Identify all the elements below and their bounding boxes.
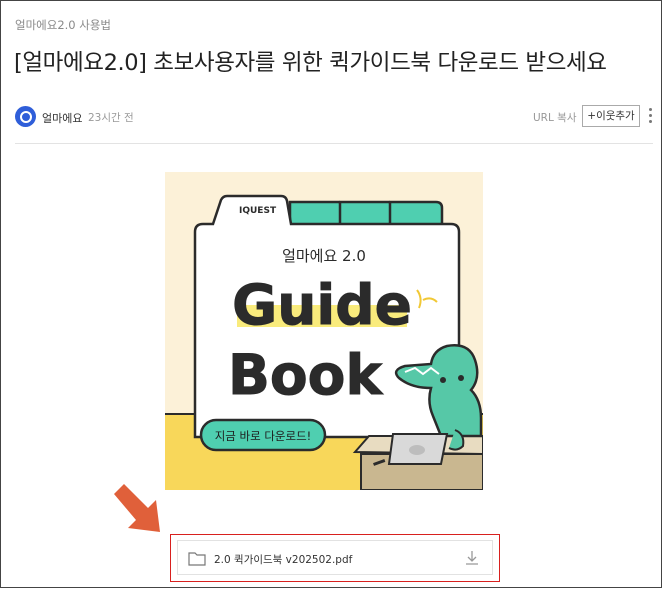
- banner-tab-label: IQUEST: [239, 206, 277, 216]
- url-copy-button[interactable]: URL 복사: [533, 110, 577, 125]
- more-vertical-icon[interactable]: [647, 108, 653, 126]
- post-meta: 얼마에요 23시간 전 URL 복사 +이웃추가: [15, 105, 655, 129]
- avatar[interactable]: [15, 106, 36, 127]
- banner-word-book: Book: [228, 343, 383, 407]
- guidebook-banner-image[interactable]: IQUEST 얼마에요 2.0 Guide Book 지금 바로 다운로드!: [165, 172, 483, 490]
- banner-word-guide: Guide: [232, 273, 412, 337]
- download-icon[interactable]: [464, 550, 480, 566]
- add-neighbor-button[interactable]: +이웃추가: [582, 105, 640, 127]
- author-name[interactable]: 얼마에요: [42, 110, 82, 126]
- divider: [15, 143, 653, 144]
- post-category[interactable]: 얼마에요2.0 사용법: [15, 17, 111, 33]
- file-name[interactable]: 2.0 퀵가이드북 v202502.pdf: [214, 552, 352, 567]
- folder-icon: [188, 552, 206, 566]
- banner-product-name: 얼마에요 2.0: [282, 247, 366, 265]
- banner-cta: 지금 바로 다운로드!: [215, 429, 312, 443]
- post-title: [얼마에요2.0] 초보사용자를 위한 퀵가이드북 다운로드 받으세요: [14, 50, 607, 76]
- post-time: 23시간 전: [88, 112, 134, 124]
- arrow-down-right-icon: [112, 484, 168, 536]
- file-attachment[interactable]: 2.0 퀵가이드북 v202502.pdf: [177, 540, 493, 575]
- attachment-highlight-box: 2.0 퀵가이드북 v202502.pdf: [170, 534, 500, 582]
